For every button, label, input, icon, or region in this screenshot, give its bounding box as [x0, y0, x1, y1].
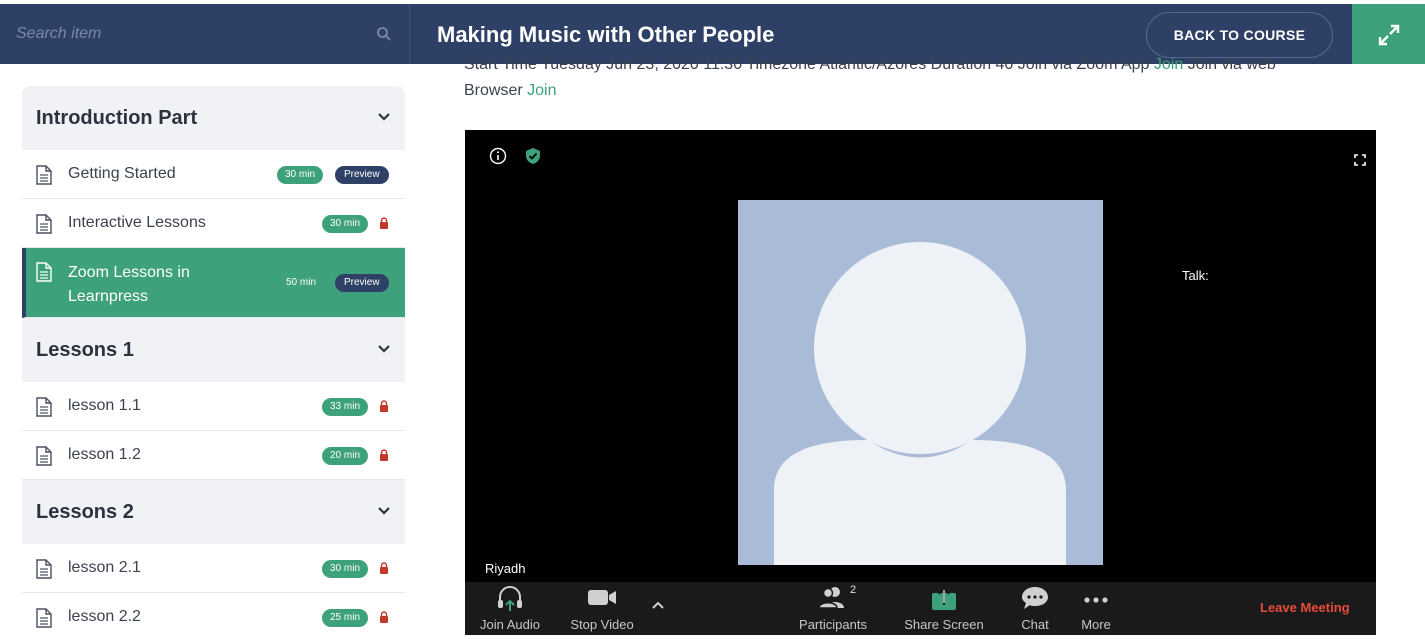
lesson-title: lesson 1.1: [68, 397, 141, 414]
lock-icon: [380, 217, 388, 229]
more-label: More: [1081, 617, 1111, 632]
join-app-link[interactable]: Join: [1154, 56, 1183, 73]
lesson-title: lesson 1.2: [68, 446, 141, 463]
section-title: Lessons 2: [36, 501, 134, 523]
lesson-title: lesson 2.2: [68, 608, 141, 625]
shield-icon[interactable]: [525, 147, 541, 165]
chevron-down-icon[interactable]: [377, 112, 391, 122]
duration-badge: 30 min: [322, 215, 369, 233]
duration-badge: 20 min: [322, 447, 369, 465]
chevron-up-icon[interactable]: [651, 600, 665, 610]
section-title: Introduction Part: [36, 107, 198, 129]
lesson-title: Getting Started: [68, 165, 176, 182]
chat-label: Chat: [1021, 617, 1049, 632]
lesson-item[interactable]: lesson 1.2 20 min: [22, 431, 405, 480]
join-audio-label: Join Audio: [480, 617, 540, 632]
browser-label: Browser: [464, 82, 523, 99]
document-icon: [36, 397, 52, 417]
meeting-toolbar: Join Audio Stop Video 2 Participants Sha…: [465, 582, 1376, 635]
participants-count: 2: [850, 584, 857, 596]
share-screen-label: Share Screen: [904, 617, 984, 632]
more-button[interactable]: More: [1077, 582, 1115, 635]
section-title: Lessons 1: [36, 339, 134, 361]
lesson-item[interactable]: Getting Started 30 min Preview: [22, 150, 405, 199]
document-icon: [36, 559, 52, 579]
preview-badge: Preview: [335, 166, 389, 184]
lesson-item[interactable]: Interactive Lessons 30 min: [22, 199, 405, 248]
stop-video-button[interactable]: Stop Video: [563, 582, 641, 635]
meeting-info-line1: Start Time Tuesday Jun 23, 2020 11:30 Ti…: [464, 52, 1364, 78]
participants-icon: [818, 587, 844, 609]
lock-icon: [380, 449, 388, 461]
page-title: Making Music with Other People: [437, 22, 775, 47]
duration-badge: 30 min: [277, 166, 324, 184]
fullscreen-icon[interactable]: [1354, 154, 1366, 166]
participant-avatar: [738, 200, 1103, 565]
lock-icon: [380, 611, 388, 623]
lesson-item[interactable]: lesson 2.2 25 min: [22, 593, 405, 639]
leave-meeting-button[interactable]: Leave Meeting: [1260, 600, 1350, 615]
lesson-title: Interactive Lessons: [68, 214, 206, 231]
document-icon: [36, 262, 52, 282]
section-header[interactable]: Lessons 1: [22, 318, 405, 382]
curriculum-sidebar: Introduction Part Getting Started 30 min…: [22, 86, 405, 639]
lesson-title: lesson 2.1: [68, 559, 141, 576]
meeting-info-text: Start Time Tuesday Jun 23, 2020 11:30 Ti…: [464, 56, 1150, 73]
document-icon: [36, 165, 52, 185]
camera-icon: [588, 590, 616, 605]
search-area: [0, 4, 410, 64]
duration-badge: 25 min: [322, 609, 369, 627]
duration-badge: 50 min: [286, 277, 317, 288]
zoom-meeting-window: Talk: Riyadh Join Audio Stop Video 2 Par…: [465, 130, 1376, 635]
chat-icon: [1022, 587, 1048, 609]
participants-button[interactable]: 2 Participants: [795, 582, 871, 635]
document-icon: [36, 214, 52, 234]
expand-icon: [1378, 24, 1400, 46]
chat-button[interactable]: Chat: [1013, 582, 1057, 635]
lesson-item[interactable]: lesson 2.1 30 min: [22, 544, 405, 593]
chevron-down-icon[interactable]: [377, 344, 391, 354]
share-screen-button[interactable]: Share Screen: [901, 582, 987, 635]
join-web-link[interactable]: Join: [527, 82, 556, 99]
meeting-info-line2: Browser Join: [464, 78, 1364, 104]
stop-video-label: Stop Video: [570, 617, 634, 632]
chevron-down-icon[interactable]: [377, 506, 391, 516]
speaker-name: Riyadh: [485, 561, 526, 576]
lesson-item[interactable]: lesson 1.1 33 min: [22, 382, 405, 431]
section-header[interactable]: Introduction Part: [22, 86, 405, 150]
headphones-icon: [498, 586, 522, 611]
document-icon: [36, 446, 52, 466]
duration-badge: 33 min: [322, 398, 369, 416]
lock-icon: [380, 562, 388, 574]
more-icon: [1084, 597, 1108, 603]
participants-label: Participants: [799, 617, 867, 632]
preview-badge: Preview: [335, 274, 389, 292]
lesson-title: Zoom Lessons in Learnpress: [68, 264, 190, 305]
talk-label: Talk:: [1182, 268, 1209, 283]
join-audio-button[interactable]: Join Audio: [475, 582, 545, 635]
section-header[interactable]: Lessons 2: [22, 480, 405, 544]
search-icon[interactable]: [376, 26, 392, 42]
avatar-silhouette-icon: [774, 242, 1066, 565]
info-icon[interactable]: [489, 147, 507, 165]
duration-badge: 30 min: [322, 560, 369, 578]
lesson-item-active[interactable]: Zoom Lessons in Learnpress 50 min Previe…: [22, 248, 405, 318]
document-icon: [36, 608, 52, 628]
meeting-info: Start Time Tuesday Jun 23, 2020 11:30 Ti…: [464, 52, 1364, 104]
lock-icon: [380, 400, 388, 412]
share-screen-icon: [932, 586, 956, 610]
meeting-info-text-end: Join via web: [1187, 56, 1276, 73]
search-input[interactable]: [16, 21, 356, 47]
